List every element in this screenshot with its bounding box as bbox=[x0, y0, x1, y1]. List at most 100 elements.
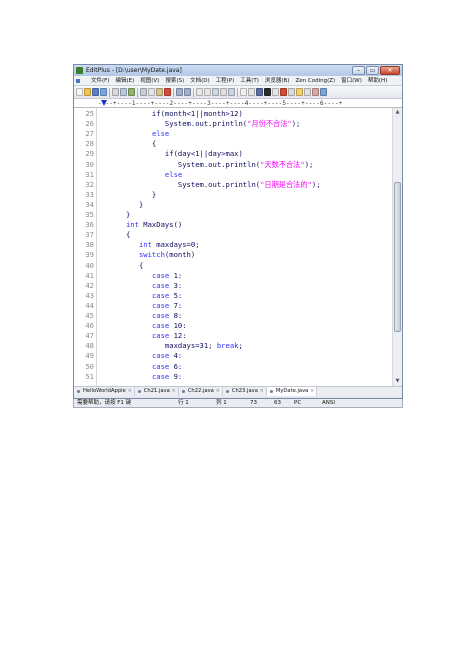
keyword-token: case bbox=[151, 300, 170, 310]
code-line[interactable]: 51 case 9: bbox=[74, 372, 392, 382]
code-line[interactable]: 35 } bbox=[74, 210, 392, 220]
scroll-up-icon[interactable]: ▲ bbox=[394, 109, 401, 116]
code-text: if(day<1||day>max) bbox=[100, 149, 243, 159]
vertical-scrollbar[interactable]: ▲ ▼ bbox=[392, 108, 402, 386]
fullscreen-icon[interactable] bbox=[320, 88, 327, 96]
menu-search[interactable]: 搜索(S) bbox=[162, 76, 187, 85]
maximize-button[interactable]: ▭ bbox=[366, 66, 379, 75]
code-line[interactable]: 47 case 12: bbox=[74, 331, 392, 341]
column-select-icon[interactable] bbox=[264, 88, 271, 96]
code-line[interactable]: 50 case 6: bbox=[74, 362, 392, 372]
menu-window[interactable]: 窗口(W) bbox=[338, 76, 365, 85]
tab-close-icon[interactable]: × bbox=[260, 387, 264, 396]
print-preview-icon[interactable] bbox=[120, 88, 127, 96]
ruler-icon[interactable] bbox=[248, 88, 255, 96]
undo-icon[interactable] bbox=[176, 88, 183, 96]
code-line[interactable]: 36 int MaxDays() bbox=[74, 220, 392, 230]
open-folder-icon[interactable] bbox=[84, 88, 91, 96]
code-line[interactable]: 33 } bbox=[74, 190, 392, 200]
title-bar[interactable]: EditPlus - [D:\user\MyDate.java] – ▭ ✕ bbox=[74, 65, 402, 76]
file-icon bbox=[181, 390, 185, 393]
scrollbar-thumb[interactable] bbox=[394, 182, 401, 332]
tab-close-icon[interactable]: × bbox=[172, 387, 176, 396]
check-icon[interactable] bbox=[280, 88, 287, 96]
line-number: 29 bbox=[85, 149, 94, 159]
line-number: 33 bbox=[85, 189, 94, 199]
menu-view[interactable]: 视图(V) bbox=[137, 76, 162, 85]
word-wrap-icon[interactable] bbox=[240, 88, 247, 96]
cut-icon[interactable] bbox=[140, 88, 147, 96]
code-line[interactable]: 25 if(month<1||month>12) bbox=[74, 109, 392, 119]
code-line[interactable]: 42 case 3: bbox=[74, 281, 392, 291]
code-line[interactable]: 30 System.out.println("天数不合法"); bbox=[74, 160, 392, 170]
tab-close-icon[interactable]: × bbox=[128, 387, 132, 396]
menu-edit[interactable]: 编辑(E) bbox=[112, 76, 137, 85]
code-line[interactable]: 46 case 10: bbox=[74, 321, 392, 331]
tab-close-icon[interactable]: × bbox=[216, 387, 220, 396]
code-token: System.out.println( bbox=[100, 119, 248, 129]
code-line[interactable]: 28 { bbox=[74, 139, 392, 149]
code-line[interactable]: 44 case 7: bbox=[74, 301, 392, 311]
clipboard-icon[interactable] bbox=[220, 88, 227, 96]
html-toolbar-icon[interactable] bbox=[256, 88, 263, 96]
replace-icon[interactable] bbox=[204, 88, 211, 96]
window-controls: – ▭ ✕ bbox=[352, 66, 400, 75]
goto-line-icon[interactable] bbox=[212, 88, 219, 96]
document-menu-icon[interactable] bbox=[74, 76, 88, 85]
find-icon[interactable] bbox=[196, 88, 203, 96]
menu-browser[interactable]: 浏览器(B) bbox=[262, 76, 293, 85]
menu-tools[interactable]: 工具(T) bbox=[237, 76, 262, 85]
save-all-icon[interactable] bbox=[100, 88, 107, 96]
paste-icon[interactable] bbox=[156, 88, 163, 96]
file-icon bbox=[137, 390, 141, 393]
tile-window-icon[interactable] bbox=[312, 88, 319, 96]
code-line[interactable]: 32 System.out.println("日期是合法的"); bbox=[74, 180, 392, 190]
spell-check-icon[interactable] bbox=[128, 88, 135, 96]
code-line[interactable]: 49 case 4: bbox=[74, 351, 392, 361]
tab-ch23[interactable]: Ch23.java × bbox=[223, 387, 267, 396]
code-line[interactable]: 29 if(day<1||day>max) bbox=[74, 149, 392, 159]
code-text: int maxdays=0; bbox=[100, 240, 200, 250]
directory-window-icon[interactable] bbox=[288, 88, 295, 96]
code-line[interactable]: 31 else bbox=[74, 170, 392, 180]
save-icon[interactable] bbox=[92, 88, 99, 96]
code-line[interactable]: 48 maxdays=31; break; bbox=[74, 341, 392, 351]
code-line[interactable]: 27 else bbox=[74, 129, 392, 139]
keyword-token: switch bbox=[138, 250, 165, 260]
minimize-button[interactable]: – bbox=[352, 66, 365, 75]
code-text: case 7: bbox=[100, 301, 182, 311]
cliptext-icon[interactable] bbox=[296, 88, 303, 96]
tab-ch21[interactable]: Ch21.java × bbox=[135, 387, 179, 396]
scroll-down-icon[interactable]: ▼ bbox=[394, 378, 401, 385]
code-line[interactable]: 41 case 1: bbox=[74, 271, 392, 281]
status-column: 列 1 bbox=[216, 400, 227, 406]
code-line[interactable]: 34 } bbox=[74, 200, 392, 210]
print-icon[interactable] bbox=[112, 88, 119, 96]
code-line[interactable]: 38 int maxdays=0; bbox=[74, 240, 392, 250]
code-line[interactable]: 43 case 5: bbox=[74, 291, 392, 301]
output-window-icon[interactable] bbox=[304, 88, 311, 96]
tab-mydate[interactable]: MyDate.java × bbox=[266, 387, 318, 396]
menu-help[interactable]: 帮助(H) bbox=[365, 76, 390, 85]
code-editor[interactable]: 25 if(month<1||month>12) 26 System.out.pr… bbox=[74, 108, 392, 386]
code-line[interactable]: 45 case 8: bbox=[74, 311, 392, 321]
browser-preview-icon[interactable] bbox=[272, 88, 279, 96]
code-line[interactable]: 40 { bbox=[74, 261, 392, 271]
menu-project[interactable]: 工程(P) bbox=[213, 76, 238, 85]
menu-zen-coding[interactable]: Zen Coding(Z) bbox=[292, 76, 338, 85]
copy-icon[interactable] bbox=[148, 88, 155, 96]
delete-icon[interactable] bbox=[164, 88, 171, 96]
tab-close-icon[interactable]: × bbox=[310, 387, 314, 396]
tab-ch22[interactable]: Ch22.java × bbox=[179, 387, 223, 396]
code-line[interactable]: 39 switch(month) bbox=[74, 250, 392, 260]
code-line[interactable]: 37 { bbox=[74, 230, 392, 240]
new-file-icon[interactable] bbox=[76, 88, 83, 96]
code-line[interactable]: 26 System.out.println("月份不合法"); bbox=[74, 119, 392, 129]
ruler: ----+----1----+----2----+----3----+----4… bbox=[74, 99, 402, 108]
close-button[interactable]: ✕ bbox=[380, 66, 400, 75]
menu-file[interactable]: 文件(F) bbox=[88, 76, 112, 85]
menu-document[interactable]: 文档(D) bbox=[187, 76, 213, 85]
line-number-icon[interactable] bbox=[228, 88, 235, 96]
tab-helloworldapple[interactable]: HelloWorldApple × bbox=[74, 387, 135, 396]
redo-icon[interactable] bbox=[184, 88, 191, 96]
